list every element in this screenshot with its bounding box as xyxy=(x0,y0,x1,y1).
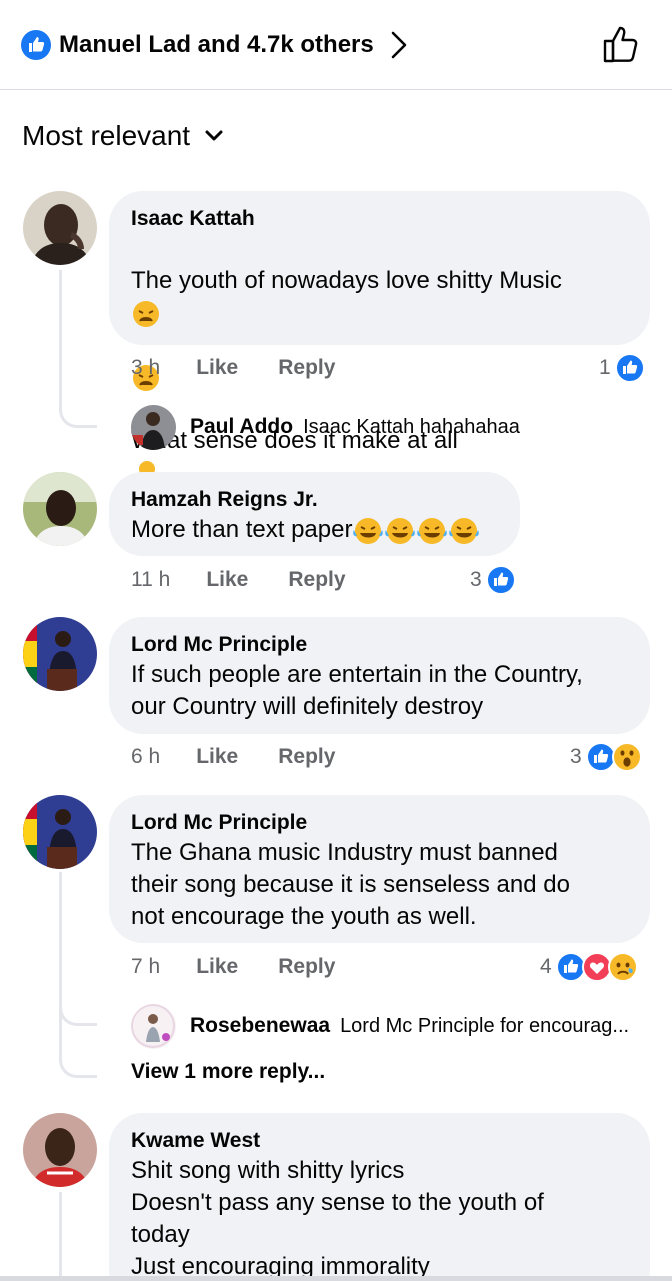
reaction-count: 3 xyxy=(570,745,582,768)
comment-actions: 7 h Like Reply xyxy=(131,950,335,984)
like-button[interactable]: Like xyxy=(206,568,248,592)
thread-connector xyxy=(59,1192,62,1281)
thumbs-up-icon[interactable] xyxy=(600,22,642,66)
reply-item[interactable]: Rosebenewaa Lord Mc Principle for encour… xyxy=(190,1004,650,1048)
avatar[interactable] xyxy=(131,1004,176,1049)
thread-connector xyxy=(59,950,97,1026)
comment-actions: 6 h Like Reply xyxy=(131,740,335,774)
reaction-count: 1 xyxy=(599,356,611,379)
reply-text: Isaac Kattah hahahahaa xyxy=(303,415,520,438)
like-button[interactable]: Like xyxy=(196,356,238,380)
reply-item[interactable]: Paul Addo Isaac Kattah hahahahaa xyxy=(190,405,650,449)
laughing-tears-icon xyxy=(353,517,384,544)
reaction-count: 4 xyxy=(540,955,552,978)
comment-author[interactable]: Lord Mc Principle xyxy=(131,809,628,837)
comment-text: More than text paper xyxy=(131,514,498,546)
sort-label: Most relevant xyxy=(22,120,191,151)
comment-bubble[interactable]: Lord Mc Principle The Ghana music Indust… xyxy=(109,795,650,943)
comment-text: Shit song with shitty lyrics Doesn't pass… xyxy=(131,1157,544,1280)
comment-bubble[interactable]: Lord Mc Principle If such people are ent… xyxy=(109,617,650,734)
avatar[interactable] xyxy=(23,472,97,546)
like-icon xyxy=(485,565,516,595)
avatar[interactable] xyxy=(131,405,176,450)
chevron-right-icon[interactable] xyxy=(386,28,412,62)
reply-author[interactable]: Rosebenewaa xyxy=(190,1014,330,1038)
thread-connector xyxy=(59,270,97,428)
comment-bubble[interactable]: Isaac Kattah The youth of nowadays love … xyxy=(109,191,650,487)
comment-time[interactable]: 3 h xyxy=(131,356,160,380)
reactors-link[interactable]: Manuel Lad and 4.7k others xyxy=(59,28,374,62)
avatar[interactable] xyxy=(23,191,97,265)
reaction-summary[interactable]: 3 xyxy=(470,563,516,597)
chevron-down-icon xyxy=(205,130,223,141)
reply-button[interactable]: Reply xyxy=(278,955,335,979)
avatar[interactable] xyxy=(23,795,97,869)
comment-time[interactable]: 7 h xyxy=(131,955,160,979)
like-icon xyxy=(614,353,645,383)
comment-bubble[interactable]: Hamzah Reigns Jr. More than text paper xyxy=(109,472,520,556)
avatar[interactable] xyxy=(23,1113,97,1187)
comment-time[interactable]: 11 h xyxy=(131,568,170,592)
reaction-summary[interactable]: 1 xyxy=(599,351,645,385)
avatar[interactable] xyxy=(23,617,97,691)
reactions-header: Manuel Lad and 4.7k others xyxy=(0,0,672,90)
thread-connector xyxy=(59,1020,97,1078)
comment-text: The Ghana music Industry must banned thei… xyxy=(131,839,570,930)
reply-button[interactable]: Reply xyxy=(278,356,335,380)
comment-author[interactable]: Hamzah Reigns Jr. xyxy=(131,486,498,514)
comment-text: If such people are entertain in the Coun… xyxy=(131,661,583,720)
reply-button[interactable]: Reply xyxy=(288,568,345,592)
like-button[interactable]: Like xyxy=(196,745,238,769)
comment-author[interactable]: Isaac Kattah xyxy=(131,205,628,233)
comment-actions: 11 h Like Reply xyxy=(131,563,346,597)
reaction-count: 3 xyxy=(470,568,482,591)
like-icon xyxy=(21,30,51,60)
reaction-summary[interactable]: 3 xyxy=(570,740,642,774)
bottom-divider xyxy=(0,1276,672,1281)
comment-author[interactable]: Lord Mc Principle xyxy=(131,631,628,659)
like-button[interactable]: Like xyxy=(196,955,238,979)
view-more-replies-link[interactable]: View 1 more reply... xyxy=(131,1060,325,1084)
sad-icon xyxy=(607,952,638,982)
reply-button[interactable]: Reply xyxy=(278,745,335,769)
weary-face-icon xyxy=(133,300,159,327)
laughing-tears-icon xyxy=(385,517,416,544)
reply-author[interactable]: Paul Addo xyxy=(190,415,293,439)
comment-author[interactable]: Kwame West xyxy=(131,1127,628,1155)
laughing-tears-icon xyxy=(449,517,480,544)
wow-icon xyxy=(611,742,642,772)
reply-text: Lord Mc Principle for encourag... xyxy=(340,1014,630,1037)
comment-actions: 3 h Like Reply xyxy=(131,351,335,385)
laughing-tears-icon xyxy=(417,517,448,544)
comment-time[interactable]: 6 h xyxy=(131,745,160,769)
comment-bubble[interactable]: Kwame West Shit song with shitty lyrics D… xyxy=(109,1113,650,1281)
sort-dropdown[interactable]: Most relevant xyxy=(22,116,224,156)
reaction-summary[interactable]: 4 xyxy=(540,950,638,984)
